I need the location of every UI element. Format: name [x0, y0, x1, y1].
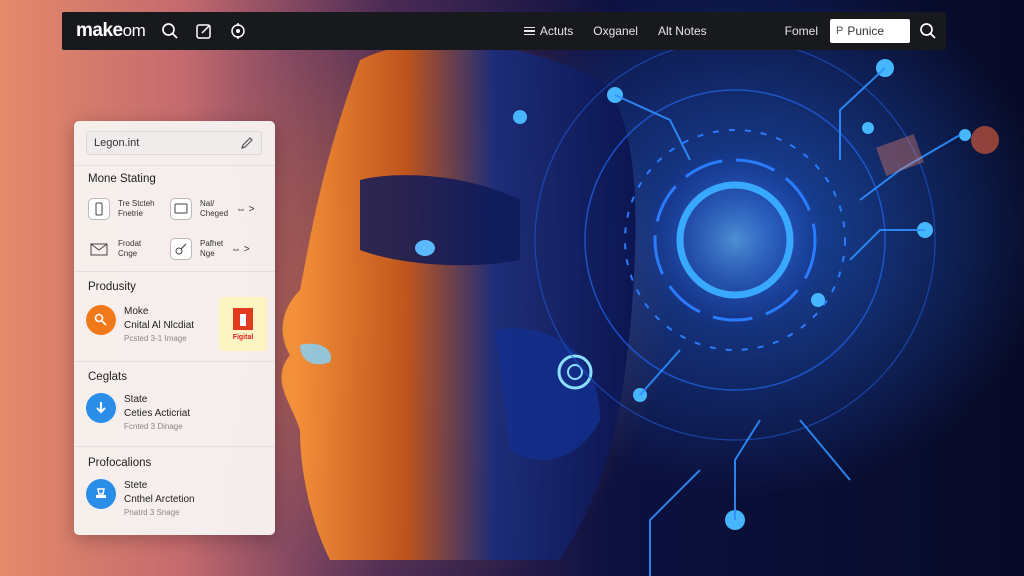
list-item-stete[interactable]: Stete Cnthel Arctetion Pnatrd 3 Snage [86, 479, 195, 519]
figital-logo-icon [233, 307, 253, 330]
tile-pafhet-nge[interactable]: Pafhet Nge ⇔ > [170, 238, 250, 260]
tile-tre-stcteh[interactable]: Tre Stcteh Fnetrie [88, 198, 155, 220]
tile-label: Tre Stcteh Fnetrie [118, 199, 155, 218]
list-item-moke[interactable]: Moke Cnital Al Nlcdiat Pcsted 3-1 Image [86, 305, 194, 345]
list-item-state[interactable]: State Ceties Acticriat Fcnted 3 Dinage [86, 393, 190, 433]
panel-search-field[interactable] [86, 131, 262, 155]
phone-icon [88, 198, 110, 220]
tile-label: Pafhet Nge [200, 239, 224, 258]
panel-search-input[interactable] [94, 137, 234, 149]
menu-icon [523, 25, 535, 38]
edit-icon[interactable] [195, 22, 213, 40]
section-title-mone-stating: Mone Stating [88, 173, 156, 185]
tablet-icon [170, 198, 192, 220]
search-prefix: P [836, 25, 844, 37]
top-search-input[interactable] [847, 24, 900, 38]
divider [74, 361, 275, 362]
mail-icon [88, 238, 110, 260]
download-icon [86, 393, 116, 423]
item-meta: Pnatrd 3 Snage [124, 508, 180, 517]
section-title-profocalions: Profocalions [88, 457, 152, 469]
tile-nal-cheged[interactable]: Nal/Cheged ⇔ > [170, 198, 255, 220]
section-title-produsity: Produsity [88, 281, 136, 293]
main-nav: Actuts Oxganel Alt Notes Fomel P [523, 19, 946, 43]
swap-arrows-icon[interactable]: ⇔ > [236, 204, 255, 215]
stamp-icon [86, 479, 116, 509]
item-subtitle: Ceties Acticriat [124, 408, 191, 419]
divider [74, 271, 275, 272]
item-title: Stete [124, 480, 148, 491]
item-subtitle: Cnital Al Nlcdiat [124, 320, 195, 331]
swap-arrows-icon[interactable]: ⇔ > [231, 244, 250, 255]
nav-label: Actuts [539, 24, 574, 38]
top-search-field[interactable]: P [830, 19, 910, 43]
brand-suffix: om [122, 21, 146, 40]
item-title: State [124, 394, 148, 405]
top-navigation-bar: makeom Actuts Oxganel Alt Notes Fomel P [62, 12, 946, 50]
pencil-icon[interactable] [240, 136, 254, 150]
item-title: Moke [124, 306, 149, 317]
section-title-ceglats: Ceglats [88, 371, 127, 383]
figital-label: Figital [232, 333, 254, 341]
side-panel: Mone Stating Tre StctehFnetrie Nal/Chege… [74, 121, 275, 535]
tile-label: Nal/Cheged [200, 199, 229, 218]
brand-logo[interactable]: makeom [76, 20, 146, 42]
brand-main: make [76, 20, 123, 41]
item-subtitle: Cnthel Arctetion [124, 494, 195, 505]
settings-icon[interactable] [229, 22, 247, 40]
nav-item-oxganel[interactable]: Oxganel [593, 24, 638, 38]
search-button-icon[interactable] [918, 21, 938, 41]
item-meta: Fcnted 3 Dinage [124, 422, 183, 431]
divider [74, 446, 275, 447]
search-icon[interactable] [161, 22, 179, 40]
key-icon [86, 305, 116, 335]
item-meta: Pcsted 3-1 Image [124, 334, 187, 343]
tile-frodat-cnge[interactable]: Frodat Cnge [88, 238, 141, 260]
figital-card[interactable]: Figital [219, 297, 267, 351]
tools-icon [170, 238, 192, 260]
nav-item-alt-notes[interactable]: Alt Notes [658, 24, 707, 38]
nav-item-actuts[interactable]: Actuts [523, 24, 574, 38]
divider [74, 165, 275, 166]
nav-item-fomel[interactable]: Fomel [785, 24, 818, 38]
tile-label: Frodat Cnge [118, 239, 142, 258]
